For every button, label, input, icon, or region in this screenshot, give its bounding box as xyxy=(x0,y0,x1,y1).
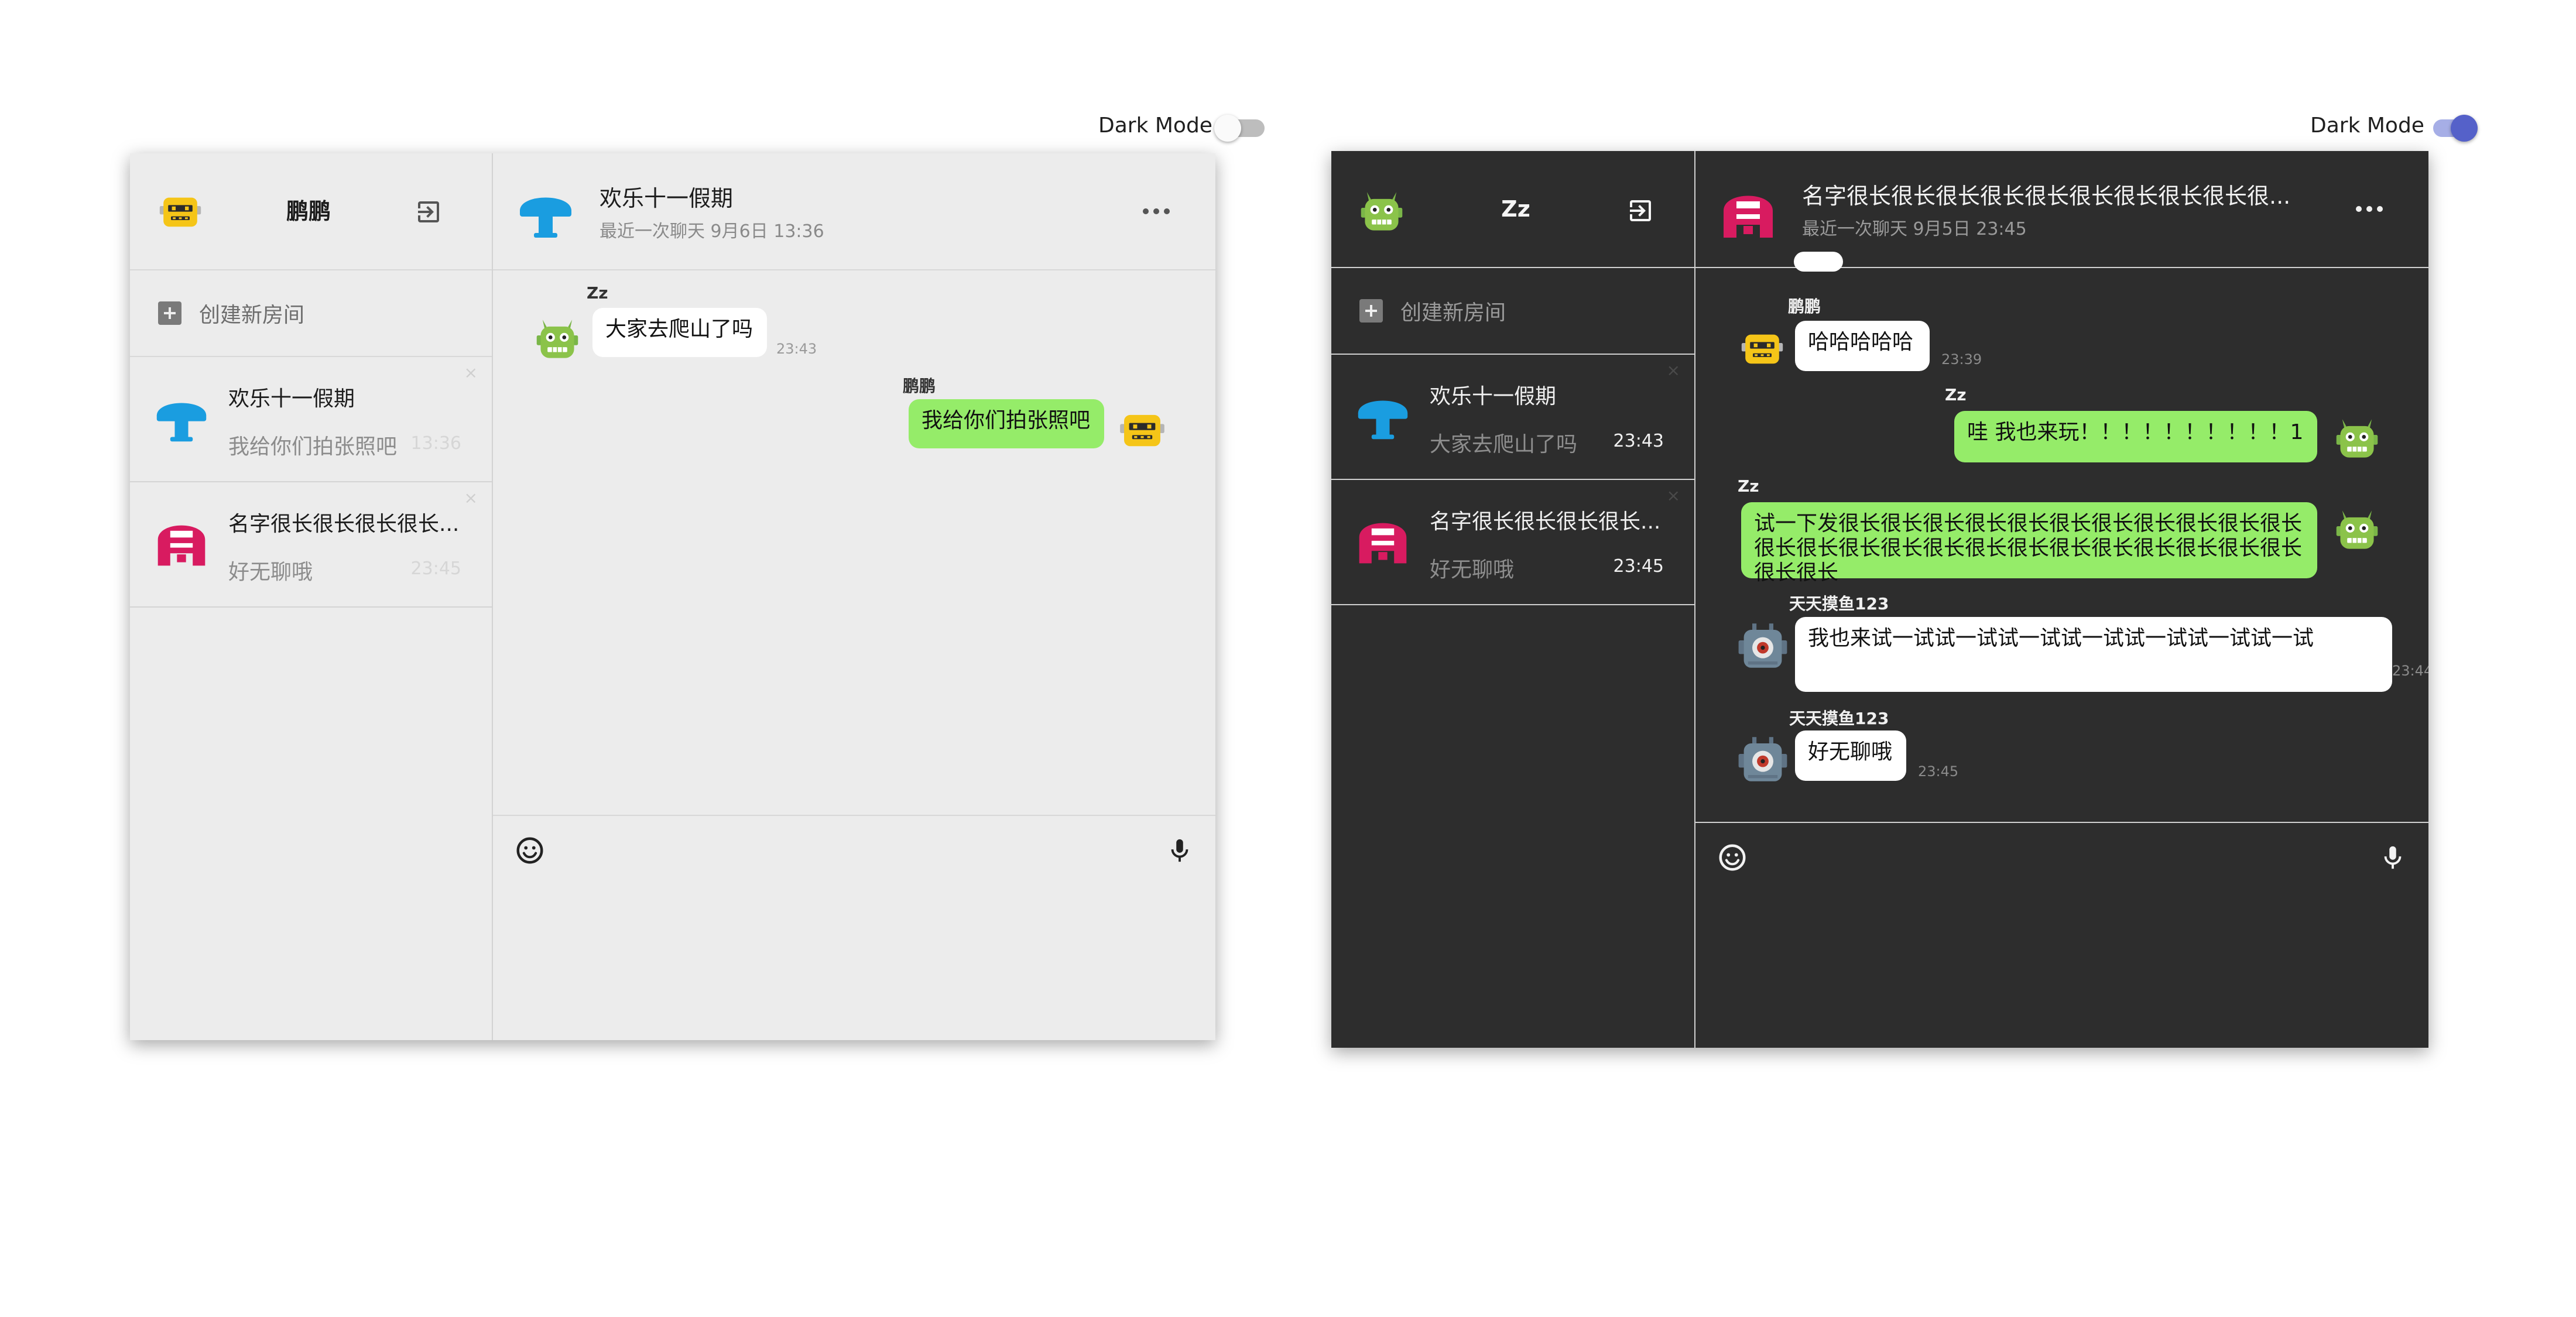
message-bubble: 哇 我也来玩！！！！！！！！！！1 xyxy=(1954,411,2317,462)
sidebar: 鹏鹏 创建新房间 欢乐十一假期 我给你们拍张照吧 13:36 × 名字很长很长很… xyxy=(130,153,493,1040)
room-preview: 我给你们拍张照吧 xyxy=(228,435,398,459)
yellow-robot-avatar[interactable] xyxy=(157,187,204,234)
blue-mushroom-avatar xyxy=(153,389,210,445)
message-sender: Zz xyxy=(1738,476,1759,496)
dark-mode-label: Dark Mode xyxy=(2310,114,2424,138)
message-bubble: 大家去爬山了吗 xyxy=(592,308,767,357)
message-sender: Zz xyxy=(587,283,608,303)
yellow-robot-avatar[interactable] xyxy=(1739,324,1786,371)
gray-robot-avatar[interactable] xyxy=(1736,619,1789,672)
close-icon[interactable]: × xyxy=(1667,486,1680,505)
message-sender: 天天摸鱼123 xyxy=(1789,709,1889,728)
message-bubble: 试一下发很长很长很长很长很长很长很长很长很长很长很长很长很长很长很长很长很长很长… xyxy=(1741,502,2317,585)
sidebar-header: 鹏鹏 xyxy=(130,153,492,270)
message-time: 23:39 xyxy=(1941,351,1982,368)
message-sender: 鹏鹏 xyxy=(903,376,936,396)
create-room-button[interactable]: 创建新房间 xyxy=(1331,268,1694,355)
yellow-robot-avatar[interactable] xyxy=(1117,404,1167,454)
last-chat-time: 最近一次聊天 9月5日 23:45 xyxy=(1802,219,2027,239)
pink-h-avatar xyxy=(153,514,210,570)
message-time: 23:44 xyxy=(2392,663,2428,679)
message-bubble: 哈哈哈哈哈 xyxy=(1795,321,1930,371)
close-icon[interactable]: × xyxy=(1667,361,1680,380)
message-bubble: 我给你们拍张照吧 xyxy=(909,399,1104,448)
room-time: 23:45 xyxy=(410,558,461,579)
blue-mushroom-avatar xyxy=(1355,386,1411,443)
light-chat-app: 鹏鹏 创建新房间 欢乐十一假期 我给你们拍张照吧 13:36 × 名字很长很长很… xyxy=(130,153,1215,1040)
message-input-bar[interactable] xyxy=(1695,822,2428,1048)
room-item[interactable]: 名字很长很长很长很长... 好无聊哦 23:45 × xyxy=(1331,480,1694,605)
microphone-icon[interactable] xyxy=(1166,836,1193,865)
room-time: 13:36 xyxy=(410,433,461,454)
room-time: 23:43 xyxy=(1613,431,1664,451)
message-sender: Zz xyxy=(1945,385,1967,404)
room-preview: 好无聊哦 xyxy=(1430,558,1515,582)
message-sender: 鹏鹏 xyxy=(1788,297,1821,316)
smiley-icon[interactable] xyxy=(514,835,546,866)
scrolled-message-bubble xyxy=(1794,252,1843,272)
message-time: 23:43 xyxy=(776,341,817,357)
sidebar-header: Zz xyxy=(1331,151,1694,268)
blue-mushroom-avatar xyxy=(516,183,575,241)
room-item[interactable]: 欢乐十一假期 大家去爬山了吗 23:43 × xyxy=(1331,355,1694,480)
chat-title: 名字很长很长很长很长很长很长很长很长很长很... xyxy=(1802,183,2291,209)
close-icon[interactable]: × xyxy=(464,488,478,507)
create-room-label: 创建新房间 xyxy=(1400,301,1506,325)
message-time: 23:45 xyxy=(1918,763,1959,780)
chat-panel: 名字很长很长很长很长很长很长很长很长很长很... 最近一次聊天 9月5日 23:… xyxy=(1695,151,2428,1048)
message-bubble: 好无聊哦 xyxy=(1795,730,1906,781)
room-time: 23:45 xyxy=(1613,556,1664,577)
create-room-button[interactable]: 创建新房间 xyxy=(130,270,492,357)
green-robot-avatar[interactable] xyxy=(2332,413,2382,462)
dark-chat-app: Zz 创建新房间 欢乐十一假期 大家去爬山了吗 23:43 × 名字很长很长很长… xyxy=(1331,151,2428,1048)
pink-h-avatar xyxy=(1719,184,1777,242)
user-name: 鹏鹏 xyxy=(286,198,331,224)
toggle-knob[interactable] xyxy=(1214,115,1241,142)
create-room-label: 创建新房间 xyxy=(199,303,305,327)
room-preview: 大家去爬山了吗 xyxy=(1430,433,1578,457)
room-title: 名字很长很长很长很长... xyxy=(1430,510,1661,534)
close-icon[interactable]: × xyxy=(464,363,478,382)
room-title: 欢乐十一假期 xyxy=(1430,385,1557,409)
smiley-icon[interactable] xyxy=(1717,842,1748,873)
plus-icon xyxy=(1359,299,1383,323)
room-item[interactable]: 欢乐十一假期 我给你们拍张照吧 13:36 × xyxy=(130,357,492,482)
logout-icon[interactable] xyxy=(1626,197,1654,225)
green-robot-avatar[interactable] xyxy=(1357,186,1406,235)
chat-header: 名字很长很长很长很长很长很长很长很长很长很... 最近一次聊天 9月5日 23:… xyxy=(1695,151,2428,268)
green-robot-avatar[interactable] xyxy=(2332,505,2382,554)
green-robot-avatar[interactable] xyxy=(533,314,582,363)
user-name: Zz xyxy=(1501,196,1530,222)
logout-icon[interactable] xyxy=(415,198,443,226)
room-preview: 好无聊哦 xyxy=(228,560,313,584)
message-bubble: 我也来试一试试一试试一试试一试试一试试一试试一试 xyxy=(1795,617,2392,692)
sidebar: Zz 创建新房间 欢乐十一假期 大家去爬山了吗 23:43 × 名字很长很长很长… xyxy=(1331,151,1695,1048)
microphone-icon[interactable] xyxy=(2379,843,2406,872)
chat-header: 欢乐十一假期 最近一次聊天 9月6日 13:36 xyxy=(493,153,1215,270)
more-dots-icon[interactable] xyxy=(2356,206,2383,212)
chat-title: 欢乐十一假期 xyxy=(600,186,734,211)
message-sender: 天天摸鱼123 xyxy=(1789,594,1889,613)
toggle-knob[interactable] xyxy=(2451,115,2478,142)
room-title: 欢乐十一假期 xyxy=(228,387,355,411)
message-input-bar[interactable] xyxy=(493,815,1215,1040)
chat-panel: 欢乐十一假期 最近一次聊天 9月6日 13:36 Zz 大家去爬山了吗 23:4… xyxy=(493,153,1215,1040)
last-chat-time: 最近一次聊天 9月6日 13:36 xyxy=(600,221,824,242)
dark-mode-label: Dark Mode xyxy=(1098,114,1212,138)
room-title: 名字很长很长很长很长... xyxy=(228,512,460,536)
gray-robot-avatar[interactable] xyxy=(1736,733,1789,786)
room-item[interactable]: 名字很长很长很长很长... 好无聊哦 23:45 × xyxy=(130,482,492,608)
more-dots-icon[interactable] xyxy=(1143,208,1170,214)
pink-h-avatar xyxy=(1355,512,1411,568)
plus-icon xyxy=(158,301,181,325)
